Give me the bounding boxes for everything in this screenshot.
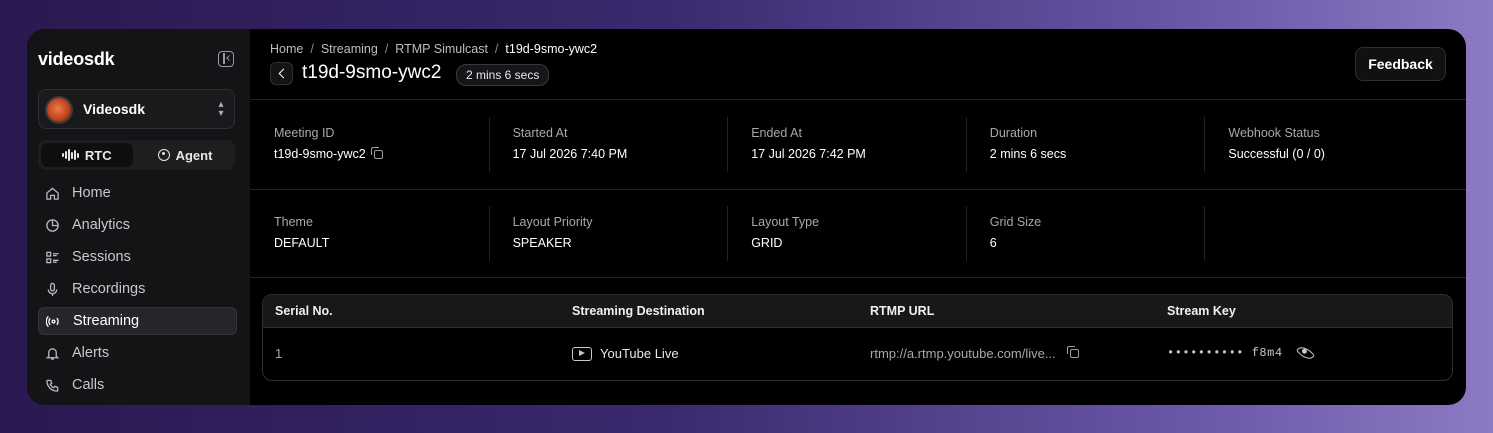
sidebar-item-analytics[interactable]: Analytics xyxy=(38,211,237,239)
sidebar-item-home[interactable]: Home xyxy=(38,179,237,207)
column-header: RTMP URL xyxy=(870,304,935,318)
column-header: Stream Key xyxy=(1167,304,1236,318)
eye-icon[interactable] xyxy=(1295,343,1315,363)
sidebar-item-label: Calls xyxy=(72,377,105,393)
sidebar-item-alerts[interactable]: Alerts xyxy=(38,339,237,367)
table-header: Serial No. Streaming Destination RTMP UR… xyxy=(263,295,1452,328)
org-switcher[interactable]: Videosdk ▴ ▾ xyxy=(38,89,235,129)
breadcrumb-home[interactable]: Home xyxy=(270,42,303,56)
copy-icon[interactable] xyxy=(370,146,383,159)
mode-rtc-label: RTC xyxy=(84,147,112,163)
detail-label: Ended At xyxy=(751,126,802,140)
sidebar-item-label: Alerts xyxy=(72,345,110,361)
cell-stream-key: •••••••••• f8m4 xyxy=(1167,343,1315,363)
mode-toggle: RTC Agent xyxy=(38,140,235,170)
sidebar-nav: Home Analytics Sessions Recordings Strea… xyxy=(38,179,237,403)
sidebar-item-sessions[interactable]: Sessions xyxy=(38,243,237,271)
details-row-1: Meeting ID t19d-9smo-ywc2 Started At 17 … xyxy=(250,100,1466,189)
detail-label: Duration xyxy=(989,126,1038,140)
home-icon xyxy=(44,185,60,201)
mode-agent-button[interactable]: Agent xyxy=(138,143,232,167)
app-window: videosdk Videosdk ▴ ▾ RTC Agent Home Ana… xyxy=(27,29,1466,405)
detail-label: Webhook Status xyxy=(1228,126,1320,140)
detail-label: Grid Size xyxy=(989,215,1042,229)
sidebar-item-calls[interactable]: Calls xyxy=(38,371,237,399)
detail-layout-priority: Layout Priority SPEAKER xyxy=(488,189,728,278)
cell-rtmp-url: rtmp://a.rtmp.youtube.com/live... xyxy=(870,346,1079,361)
copy-icon[interactable] xyxy=(1066,346,1079,358)
bell-icon xyxy=(44,345,60,361)
phone-icon xyxy=(44,377,60,393)
column-header: Streaming Destination xyxy=(572,304,705,318)
detail-meeting-id: Meeting ID t19d-9smo-ywc2 xyxy=(250,100,489,189)
detail-label: Meeting ID xyxy=(274,126,335,140)
page-title: t19d-9smo-ywc2 xyxy=(302,62,442,83)
sidebar: videosdk Videosdk ▴ ▾ RTC Agent Home Ana… xyxy=(27,29,250,405)
mode-rtc-button[interactable]: RTC xyxy=(41,143,133,167)
detail-started-at: Started At 17 Jul 2026 7:40 PM xyxy=(488,100,728,189)
list-icon xyxy=(44,249,60,265)
sidebar-item-label: Streaming xyxy=(73,313,140,329)
sidebar-collapse-icon[interactable] xyxy=(218,51,234,67)
sidebar-item-label: Analytics xyxy=(72,217,131,233)
mode-agent-label: Agent xyxy=(175,147,213,163)
detail-label: Layout Priority xyxy=(512,215,593,229)
detail-value: 17 Jul 2026 7:42 PM xyxy=(751,147,866,161)
pie-chart-icon xyxy=(44,217,60,233)
detail-value: Successful (0 / 0) xyxy=(1228,147,1325,161)
breadcrumb-streaming[interactable]: Streaming xyxy=(321,42,378,56)
breadcrumb-current: t19d-9smo-ywc2 xyxy=(505,42,598,56)
streams-table: Serial No. Streaming Destination RTMP UR… xyxy=(262,294,1453,381)
divider xyxy=(250,277,1466,278)
detail-layout-type: Layout Type GRID xyxy=(727,189,966,278)
rtmp-url-text: rtmp://a.rtmp.youtube.com/live... xyxy=(870,346,1056,361)
org-name: Videosdk xyxy=(83,101,145,117)
detail-value: GRID xyxy=(751,236,783,250)
back-button[interactable] xyxy=(270,62,293,85)
column-header: Serial No. xyxy=(275,304,333,318)
detail-label: Started At xyxy=(512,126,568,140)
main-content: Home / Streaming / RTMP Simulcast / t19d-9smo-… xyxy=(250,29,1466,405)
cell-destination: YouTube Live xyxy=(572,346,679,361)
detail-empty xyxy=(1204,189,1443,278)
breadcrumb-rtmp-simulcast[interactable]: RTMP Simulcast xyxy=(395,42,488,56)
soundwave-icon xyxy=(62,149,79,161)
detail-value: 6 xyxy=(989,236,997,250)
chevron-up-down-icon: ▴ ▾ xyxy=(218,99,224,119)
detail-webhook-status: Webhook Status Successful (0 / 0) xyxy=(1204,100,1443,189)
detail-label: Layout Type xyxy=(751,215,820,229)
detail-value: SPEAKER xyxy=(512,236,572,250)
sidebar-item-streaming[interactable]: Streaming xyxy=(38,307,237,335)
sidebar-item-label: Recordings xyxy=(72,281,146,297)
feedback-button[interactable]: Feedback xyxy=(1355,47,1446,81)
detail-grid-size: Grid Size 6 xyxy=(965,189,1205,278)
broadcast-icon xyxy=(45,313,61,329)
detail-value: t19d-9smo-ywc2 xyxy=(274,147,366,161)
destination-label: YouTube Live xyxy=(600,346,679,361)
details-row-2: Theme DEFAULT Layout Priority SPEAKER La… xyxy=(250,189,1466,278)
detail-value-wrap: t19d-9smo-ywc2 xyxy=(274,146,383,161)
microphone-icon xyxy=(44,281,60,297)
detail-theme: Theme DEFAULT xyxy=(250,189,489,278)
detail-ended-at: Ended At 17 Jul 2026 7:42 PM xyxy=(727,100,966,189)
sidebar-item-recordings[interactable]: Recordings xyxy=(38,275,237,303)
brand-logo: videosdk xyxy=(38,49,115,69)
youtube-icon xyxy=(572,346,592,361)
stream-key-text: •••••••••• f8m4 xyxy=(1167,346,1283,360)
detail-label: Theme xyxy=(274,215,313,229)
breadcrumb: Home / Streaming / RTMP Simulcast / t19d-9smo-… xyxy=(270,42,598,56)
detail-value: 2 mins 6 secs xyxy=(989,147,1067,161)
duration-badge: 2 mins 6 secs xyxy=(456,64,550,86)
detail-duration: Duration 2 mins 6 secs xyxy=(965,100,1205,189)
cell-serial: 1 xyxy=(275,346,283,361)
sidebar-item-label: Home xyxy=(72,185,111,201)
detail-value: 17 Jul 2026 7:40 PM xyxy=(512,147,628,161)
table-row: 1 YouTube Live rtmp://a.rtmp.youtube.com… xyxy=(263,327,1452,380)
sidebar-item-label: Sessions xyxy=(72,249,131,265)
detail-value: DEFAULT xyxy=(274,236,330,250)
org-avatar xyxy=(47,98,71,122)
user-circle-icon xyxy=(157,149,170,161)
